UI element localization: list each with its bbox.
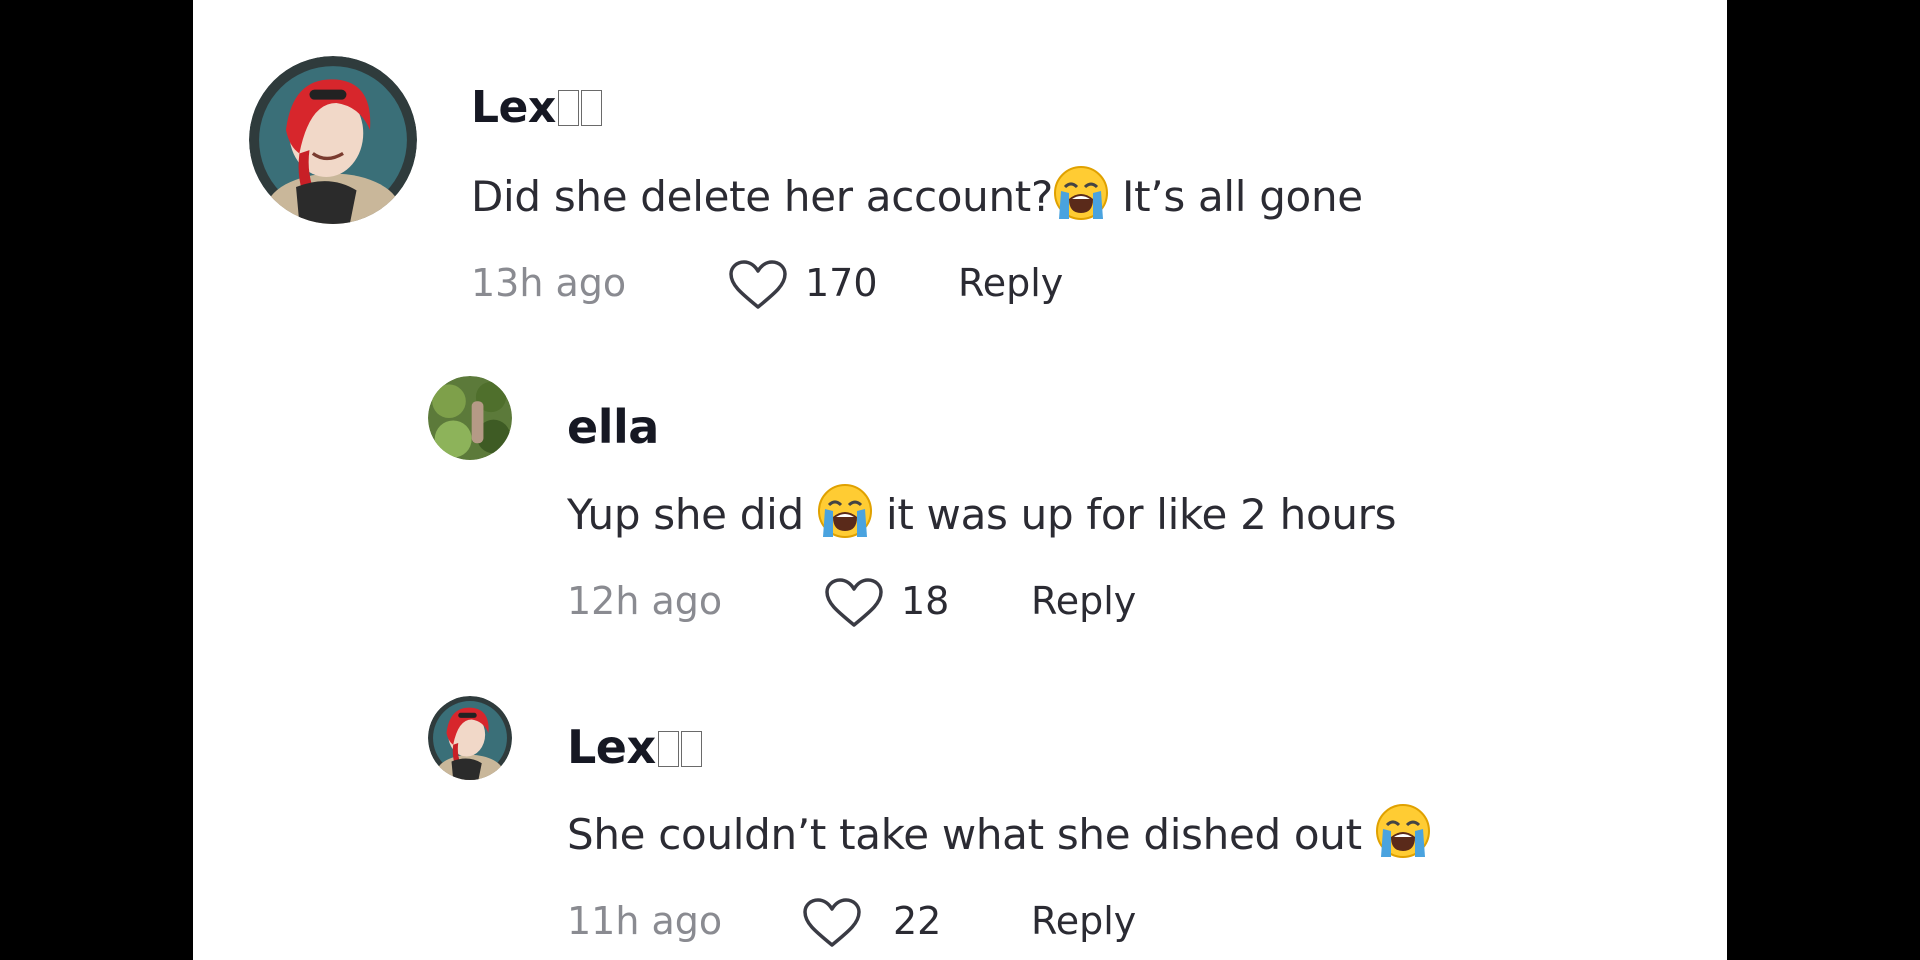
timestamp: 12h ago: [567, 579, 723, 623]
reply-item: Lex She couldn’t take what she dished ou…: [193, 640, 1727, 960]
badge-glyph-icon: [557, 90, 579, 126]
comment-meta: 12h ago 18 Reply: [567, 573, 1467, 629]
comments-panel: Lex Did she delete her account? It’s all…: [193, 0, 1727, 960]
reply-button[interactable]: Reply: [958, 261, 1063, 305]
loudly-crying-face-icon: [817, 483, 873, 549]
page: Lex Did she delete her account? It’s all…: [0, 0, 1920, 960]
comment-meta: 11h ago 22 Reply: [567, 893, 1467, 949]
like-count: 170: [805, 261, 878, 305]
comment-text: Did she delete her account? It’s all gon…: [471, 165, 1363, 231]
timestamp: 11h ago: [567, 899, 723, 943]
user-avatar-image: [428, 376, 512, 460]
heart-icon[interactable]: [823, 577, 885, 633]
comment-text: Yup she did it was up for like 2 hours: [567, 483, 1397, 549]
badge-glyph-icon: [657, 731, 679, 767]
comment-username[interactable]: Lex: [567, 720, 702, 774]
comment-text-part: it was up for like 2 hours: [872, 490, 1397, 539]
reply-item: ella Yup she did it was up for like 2 ho…: [193, 320, 1727, 640]
reply-button[interactable]: Reply: [1031, 899, 1136, 943]
comment-text: She couldn’t take what she dished out: [567, 803, 1431, 869]
avatar[interactable]: [428, 696, 512, 780]
like-count: 22: [893, 899, 942, 943]
reply-button[interactable]: Reply: [1031, 579, 1136, 623]
comment-text-part: Did she delete her account?: [471, 172, 1053, 221]
username-text: ella: [567, 400, 659, 454]
username-text: Lex: [471, 82, 556, 133]
comment-username[interactable]: Lex: [471, 82, 602, 133]
comment-text-part: Yup she did: [567, 490, 817, 539]
timestamp: 13h ago: [471, 261, 627, 305]
badge-glyph-icon: [580, 90, 602, 126]
avatar[interactable]: [249, 56, 417, 224]
avatar[interactable]: [428, 376, 512, 460]
like-count: 18: [901, 579, 950, 623]
heart-icon[interactable]: [727, 259, 789, 315]
comment-item: Lex Did she delete her account? It’s all…: [193, 0, 1727, 320]
loudly-crying-face-icon: [1053, 165, 1109, 231]
comment-meta: 13h ago 170 Reply: [471, 255, 1371, 311]
user-avatar-image: [249, 56, 417, 224]
heart-icon[interactable]: [801, 897, 863, 953]
comment-username[interactable]: ella: [567, 400, 659, 454]
comment-text-part: It’s all gone: [1108, 172, 1363, 221]
comment-text-part: She couldn’t take what she dished out: [567, 810, 1375, 859]
loudly-crying-face-icon: [1375, 803, 1431, 869]
user-avatar-image: [428, 696, 512, 780]
username-text: Lex: [567, 720, 656, 774]
badge-glyph-icon: [680, 731, 702, 767]
